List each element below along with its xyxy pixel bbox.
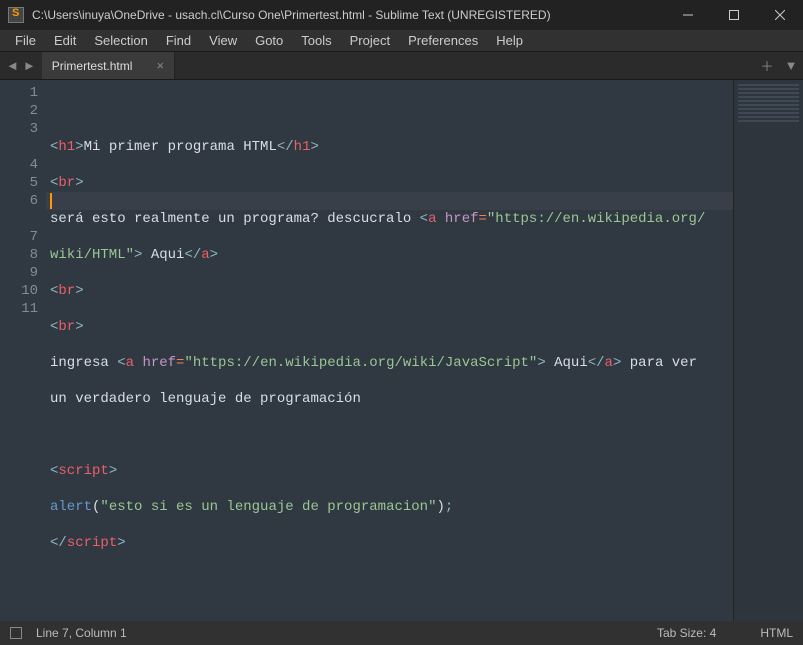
tab-history-nav: ◄ ► xyxy=(0,52,42,79)
gutter-line: 10 xyxy=(0,282,38,300)
close-button[interactable] xyxy=(757,0,803,30)
new-tab-button[interactable]: ＋ xyxy=(755,52,779,79)
gutter-line: 9 xyxy=(0,264,38,282)
menu-find[interactable]: Find xyxy=(157,31,200,50)
tab-label: Primertest.html xyxy=(52,59,133,73)
menu-project[interactable]: Project xyxy=(341,31,399,50)
app-icon xyxy=(8,7,24,23)
window-title: C:\Users\inuya\OneDrive - usach.cl\Curso… xyxy=(32,8,665,22)
nav-back-icon[interactable]: ◄ xyxy=(6,58,19,73)
status-syntax[interactable]: HTML xyxy=(760,626,793,640)
menu-tools[interactable]: Tools xyxy=(292,31,340,50)
status-tab-size[interactable]: Tab Size: 4 xyxy=(657,626,716,640)
menu-help[interactable]: Help xyxy=(487,31,532,50)
gutter-line: 4 xyxy=(0,156,38,174)
window-controls xyxy=(665,0,803,30)
minimize-icon xyxy=(683,10,693,20)
gutter-line: 2 xyxy=(0,102,38,120)
line-gutter: 1 2 3 4 5 6 7 8 9 10 11 xyxy=(0,80,46,621)
gutter-line xyxy=(0,210,38,228)
code-editor[interactable]: <h1>Mi primer programa HTML</h1> <br> se… xyxy=(46,80,733,621)
menu-view[interactable]: View xyxy=(200,31,246,50)
active-line-highlight xyxy=(46,192,733,210)
menu-selection[interactable]: Selection xyxy=(85,31,156,50)
window-titlebar: C:\Users\inuya\OneDrive - usach.cl\Curso… xyxy=(0,0,803,30)
gutter-line: 6 xyxy=(0,192,38,210)
editor-area: 1 2 3 4 5 6 7 8 9 10 11 <h1>Mi primer pr… xyxy=(0,80,803,621)
menu-edit[interactable]: Edit xyxy=(45,31,85,50)
nav-forward-icon[interactable]: ► xyxy=(23,58,36,73)
gutter-line: 7 xyxy=(0,228,38,246)
tab-close-icon[interactable]: × xyxy=(156,58,164,73)
menu-file[interactable]: File xyxy=(6,31,45,50)
minimap-content xyxy=(738,84,799,124)
sidebar-toggle-icon[interactable] xyxy=(10,627,22,639)
tab-bar: ◄ ► Primertest.html × ＋ ▼ xyxy=(0,52,803,80)
tab-dropdown-button[interactable]: ▼ xyxy=(779,52,803,79)
menu-goto[interactable]: Goto xyxy=(246,31,292,50)
maximize-button[interactable] xyxy=(711,0,757,30)
tab-spacer xyxy=(175,52,755,79)
status-bar: Line 7, Column 1 Tab Size: 4 HTML xyxy=(0,621,803,645)
gutter-line: 11 xyxy=(0,300,38,318)
menu-preferences[interactable]: Preferences xyxy=(399,31,487,50)
maximize-icon xyxy=(729,10,739,20)
gutter-line: 8 xyxy=(0,246,38,264)
gutter-line: 5 xyxy=(0,174,38,192)
menu-bar: File Edit Selection Find View Goto Tools… xyxy=(0,30,803,52)
minimize-button[interactable] xyxy=(665,0,711,30)
gutter-line: 1 xyxy=(0,84,38,102)
status-cursor-position[interactable]: Line 7, Column 1 xyxy=(36,626,127,640)
gutter-line xyxy=(0,138,38,156)
text-cursor xyxy=(50,193,52,209)
file-tab[interactable]: Primertest.html × xyxy=(42,52,175,79)
minimap[interactable] xyxy=(733,80,803,621)
gutter-line: 3 xyxy=(0,120,38,138)
close-icon xyxy=(775,10,785,20)
